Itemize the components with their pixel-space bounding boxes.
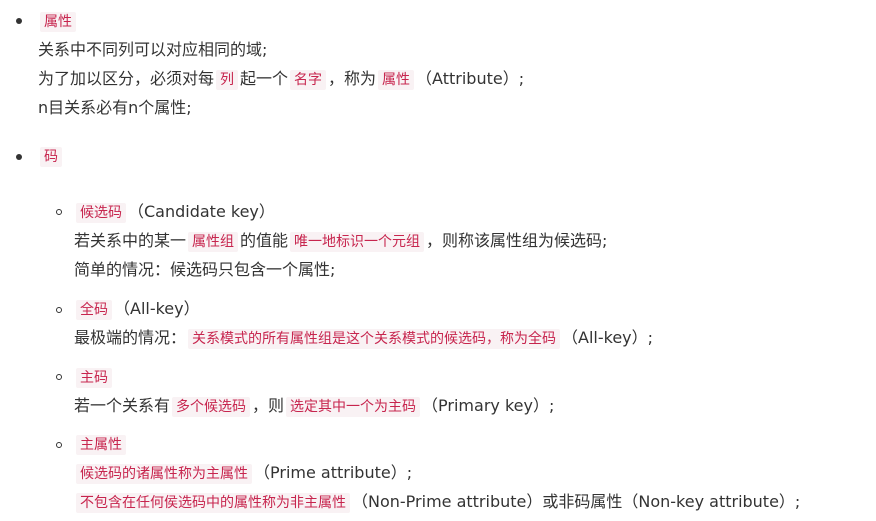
allkey-title: 全码 [76,300,112,320]
prime-title-line: 主属性 [74,433,128,455]
allkey-line-1-text-1: 最极端的情况： [74,328,187,347]
attribute-line-2-text-4: （Attribute）; [416,69,525,88]
candidate-line-2: 简单的情况：候选码只包含一个属性; [74,259,335,281]
attribute-line-2: 为了加以区分，必须对每列起一个 名字 ，称为 属性 （Attribute）; [38,68,524,90]
allkey-line-1: 最极端的情况： 关系模式的所有属性组是这个关系模式的候选码，称为全码 （All-ke… [74,327,653,349]
bullet-circle-icon [56,209,62,215]
primary-line-1-text-1: 若一个关系有 [74,396,171,415]
attribute-line-2-text-3: ，称为 [328,69,377,88]
allkey-line-1-text-2: （All-key）; [562,328,654,347]
primary-line-1-text-3: （Primary key）; [422,396,555,415]
prime-line-2-text: （Non-Prime attribute）或非码属性（Non-key attri… [352,492,801,511]
prime-line-1-code: 候选码的诸属性称为主属性 [76,464,252,484]
candidate-line-1: 若关系中的某一 属性组 的值能 唯一地标识一个元组 ，则称该属性组为候选码; [74,230,607,252]
candidate-title-line: 候选码 （Candidate key） [74,201,275,223]
prime-line-2: 不包含在任何侯选码中的属性称为非主属性 （Non-Prime attribute）… [74,491,800,513]
primary-title: 主码 [76,368,112,388]
primary-line-1-code-2: 选定其中一个为主码 [286,397,421,417]
allkey-title-line: 全码 （All-key） [74,298,200,320]
attribute-line-2-text-2: 起一个 [240,69,289,88]
allkey-line-1-code: 关系模式的所有属性组是这个关系模式的候选码，称为全码 [188,329,561,349]
bullet-circle-icon [56,307,62,313]
candidate-line-2-text: 简单的情况：候选码只包含一个属性; [74,260,336,279]
attribute-line-2-code-column: 列 [216,70,239,90]
allkey-title-suffix: （All-key） [114,299,200,318]
attribute-line-2-text-1: 为了加以区分，必须对每 [38,69,215,88]
primary-line-1-code-1: 多个候选码 [172,397,251,417]
candidate-line-1-code-2: 唯一地标识一个元组 [290,232,425,252]
attribute-line-3-text: n目关系必有n个属性; [38,98,192,117]
bullet-circle-icon [56,374,62,380]
candidate-title: 候选码 [76,203,126,223]
primary-line-1: 若一个关系有 多个候选码 ，则 选定其中一个为主码 （Primary key）; [74,395,554,417]
bullet-disc-icon [16,18,22,24]
attribute-line-2-code-name: 名字 [290,70,327,90]
attribute-title: 属性 [40,12,76,32]
bullet-circle-icon [56,442,62,448]
prime-title: 主属性 [76,435,126,455]
candidate-line-1-text-2: 的值能 [240,231,289,250]
attribute-line-3: n目关系必有n个属性; [38,97,192,119]
bullet-disc-icon [16,154,22,160]
attribute-line-1: 关系中不同列可以对应相同的域; [38,39,267,61]
primary-title-line: 主码 [74,366,114,388]
prime-line-2-code: 不包含在任何侯选码中的属性称为非主属性 [76,493,350,513]
candidate-title-suffix: （Candidate key） [128,202,275,221]
attribute-line-2-code-attribute: 属性 [378,70,415,90]
attribute-title-line: 属性 [38,10,78,32]
candidate-line-1-code-1: 属性组 [188,232,239,252]
prime-line-1-text: （Prime attribute）; [254,463,413,482]
attribute-line-1-text: 关系中不同列可以对应相同的域; [38,40,268,59]
key-title: 码 [40,147,62,167]
candidate-line-1-text-3: ，则称该属性组为候选码; [426,231,608,250]
key-title-line: 码 [38,145,64,167]
candidate-line-1-text-1: 若关系中的某一 [74,231,187,250]
primary-line-1-text-2: ，则 [252,396,285,415]
prime-line-1: 候选码的诸属性称为主属性 （Prime attribute）; [74,462,412,484]
